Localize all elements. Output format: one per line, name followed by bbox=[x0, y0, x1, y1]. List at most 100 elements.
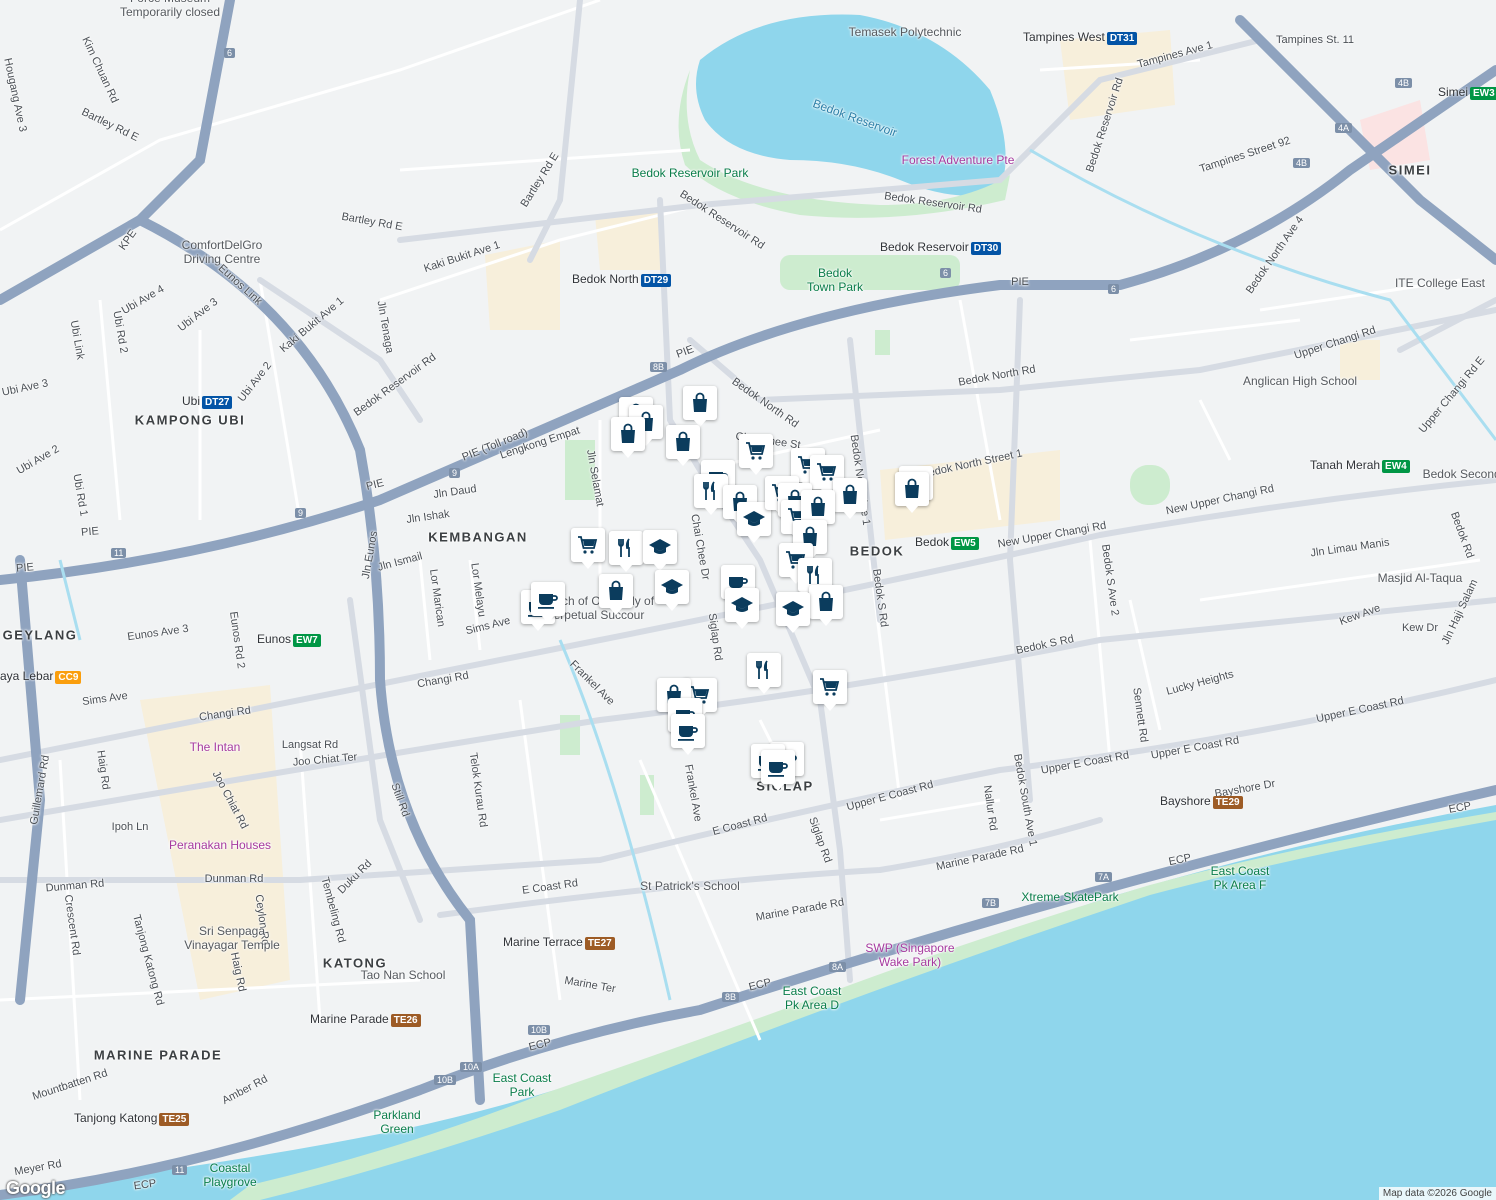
mrt-station[interactable]: Tampines West DT31 bbox=[1023, 30, 1138, 45]
map-attribution[interactable]: Map data ©2026 Google bbox=[1378, 1187, 1496, 1200]
place-label[interactable]: Force Museum Temporarily closed bbox=[120, 0, 220, 19]
restaurant-icon bbox=[609, 531, 643, 565]
expressway-exit-shield: 10A bbox=[460, 1062, 483, 1072]
expressway-exit-shield: 6 bbox=[1108, 284, 1120, 294]
marker-pointer bbox=[757, 686, 771, 694]
shopping-icon bbox=[683, 386, 717, 420]
place-label[interactable]: Bedok Reservoir Park bbox=[632, 166, 749, 180]
marker-pointer bbox=[581, 561, 595, 569]
station-name: Bayshore bbox=[1160, 794, 1211, 808]
mrt-station[interactable]: Eunos EW7 bbox=[257, 632, 321, 647]
place-label[interactable]: ComfortDelGro Driving Centre bbox=[182, 238, 263, 266]
expressway-exit-shield: 9 bbox=[295, 508, 307, 518]
grocery-marker[interactable] bbox=[739, 434, 773, 475]
area-label: GEYLANG bbox=[2, 627, 78, 643]
place-label[interactable]: East Coast Pk Area F bbox=[1211, 864, 1270, 892]
expressway-exit-shield: 4A bbox=[1335, 123, 1353, 133]
place-label[interactable]: Bedok Town Park bbox=[807, 266, 863, 294]
shopping-marker[interactable] bbox=[666, 425, 700, 466]
area-label: MARINE PARADE bbox=[93, 1047, 223, 1063]
cafe-icon bbox=[531, 582, 565, 616]
shopping-marker[interactable] bbox=[833, 478, 867, 519]
mrt-station[interactable]: Ubi DT27 bbox=[182, 394, 233, 409]
marker-pointer bbox=[619, 564, 633, 572]
mrt-station[interactable]: Marine Parade TE26 bbox=[310, 1012, 421, 1027]
station-code-badge: DT29 bbox=[640, 274, 672, 287]
place-label[interactable]: St Patrick's School bbox=[640, 879, 740, 893]
place-label[interactable]: East Coast Pk Area D bbox=[783, 984, 842, 1012]
grocery-marker[interactable] bbox=[813, 670, 847, 711]
shopping-icon bbox=[611, 417, 645, 451]
place-label[interactable]: ITE College East bbox=[1395, 276, 1485, 290]
shopping-marker[interactable] bbox=[801, 490, 835, 531]
mrt-station[interactable]: aya Lebar CC9 bbox=[0, 669, 82, 684]
shopping-marker[interactable] bbox=[683, 386, 717, 427]
expressway-exit-shield: 10B bbox=[528, 1025, 551, 1035]
station-name: Tanah Merah bbox=[1310, 458, 1381, 472]
restaurant-marker[interactable] bbox=[609, 531, 643, 572]
station-name: Marine Terrace bbox=[503, 935, 583, 949]
marker-pointer bbox=[771, 783, 785, 791]
mrt-station[interactable]: Tanah Merah EW4 bbox=[1310, 458, 1410, 473]
road-label: Kew Dr bbox=[1401, 622, 1439, 634]
shopping-marker[interactable] bbox=[599, 574, 633, 615]
marker-pointer bbox=[747, 535, 761, 543]
restaurant-marker[interactable] bbox=[747, 653, 781, 694]
road-label: PIE bbox=[80, 525, 100, 539]
grocery-marker[interactable] bbox=[571, 528, 605, 569]
place-label[interactable]: SWP (Singapore Wake Park) bbox=[865, 941, 954, 969]
shopping-marker[interactable] bbox=[611, 417, 645, 458]
mrt-station[interactable]: Tanjong Katong TE25 bbox=[74, 1111, 190, 1126]
school-marker[interactable] bbox=[643, 530, 677, 571]
marker-pointer bbox=[681, 747, 695, 755]
cafe-marker[interactable] bbox=[671, 714, 705, 755]
place-label[interactable]: East Coast Park bbox=[493, 1071, 552, 1099]
mrt-station[interactable]: Bedok North DT29 bbox=[572, 272, 672, 287]
expressway-exit-shield: 4B bbox=[1395, 78, 1413, 88]
station-code-badge: EW4 bbox=[1382, 460, 1410, 473]
place-label[interactable]: Xtreme SkatePark bbox=[1021, 890, 1118, 904]
shopping-icon bbox=[801, 490, 835, 524]
cafe-marker[interactable] bbox=[761, 750, 795, 791]
marker-pointer bbox=[621, 450, 635, 458]
place-label[interactable]: Coastal Playgrove bbox=[203, 1161, 256, 1189]
school-icon bbox=[655, 570, 689, 604]
station-name: Simei bbox=[1438, 85, 1469, 99]
place-label[interactable]: Tao Nan School bbox=[361, 968, 446, 982]
place-label[interactable]: Bedok Seconda bbox=[1423, 467, 1496, 481]
station-name: Ubi bbox=[182, 394, 201, 408]
shopping-icon bbox=[809, 585, 843, 619]
place-label[interactable]: Masjid Al-Taqua bbox=[1378, 571, 1463, 585]
place-label[interactable]: Forest Adventure Pte bbox=[902, 153, 1015, 167]
place-label[interactable]: Sri Senpaga Vinayagar Temple bbox=[184, 924, 280, 952]
station-code-badge: TE26 bbox=[390, 1014, 421, 1027]
mrt-station[interactable]: Bayshore TE29 bbox=[1160, 794, 1243, 809]
map-canvas[interactable]: Hougang Ave 3 Kim Chuan Rd Bartley Rd E Bar… bbox=[0, 0, 1496, 1200]
station-code-badge: TE25 bbox=[159, 1113, 190, 1126]
place-label[interactable]: Anglican High School bbox=[1243, 374, 1357, 388]
grocery-icon bbox=[813, 670, 847, 704]
school-marker[interactable] bbox=[725, 588, 759, 629]
area-label: KEMBANGAN bbox=[428, 529, 528, 545]
station-name: aya Lebar bbox=[0, 669, 54, 683]
station-name: Tampines West bbox=[1023, 30, 1105, 44]
place-label[interactable]: Peranakan Houses bbox=[169, 838, 271, 852]
shopping-marker[interactable] bbox=[895, 472, 929, 513]
marker-pointer bbox=[541, 615, 555, 623]
shopping-marker[interactable] bbox=[809, 585, 843, 626]
mrt-station[interactable]: Marine Terrace TE27 bbox=[503, 935, 615, 950]
mrt-station[interactable]: Simei EW3 bbox=[1438, 85, 1496, 100]
area-label: KAMPONG UBI bbox=[134, 412, 246, 428]
expressway-exit-shield: 11 bbox=[111, 548, 127, 558]
cafe-icon bbox=[671, 714, 705, 748]
place-label[interactable]: The Intan bbox=[190, 740, 241, 754]
cafe-marker[interactable] bbox=[531, 582, 565, 623]
school-marker[interactable] bbox=[655, 570, 689, 611]
place-label[interactable]: Parkland Green bbox=[373, 1108, 420, 1136]
marker-pointer bbox=[786, 625, 800, 633]
place-label[interactable]: Temasek Polytechnic bbox=[849, 25, 962, 39]
expressway-exit-shield: 4B bbox=[1293, 158, 1311, 168]
mrt-station[interactable]: Bedok EW5 bbox=[915, 535, 979, 550]
school-marker[interactable] bbox=[776, 592, 810, 633]
mrt-station[interactable]: Bedok Reservoir DT30 bbox=[880, 240, 1002, 255]
